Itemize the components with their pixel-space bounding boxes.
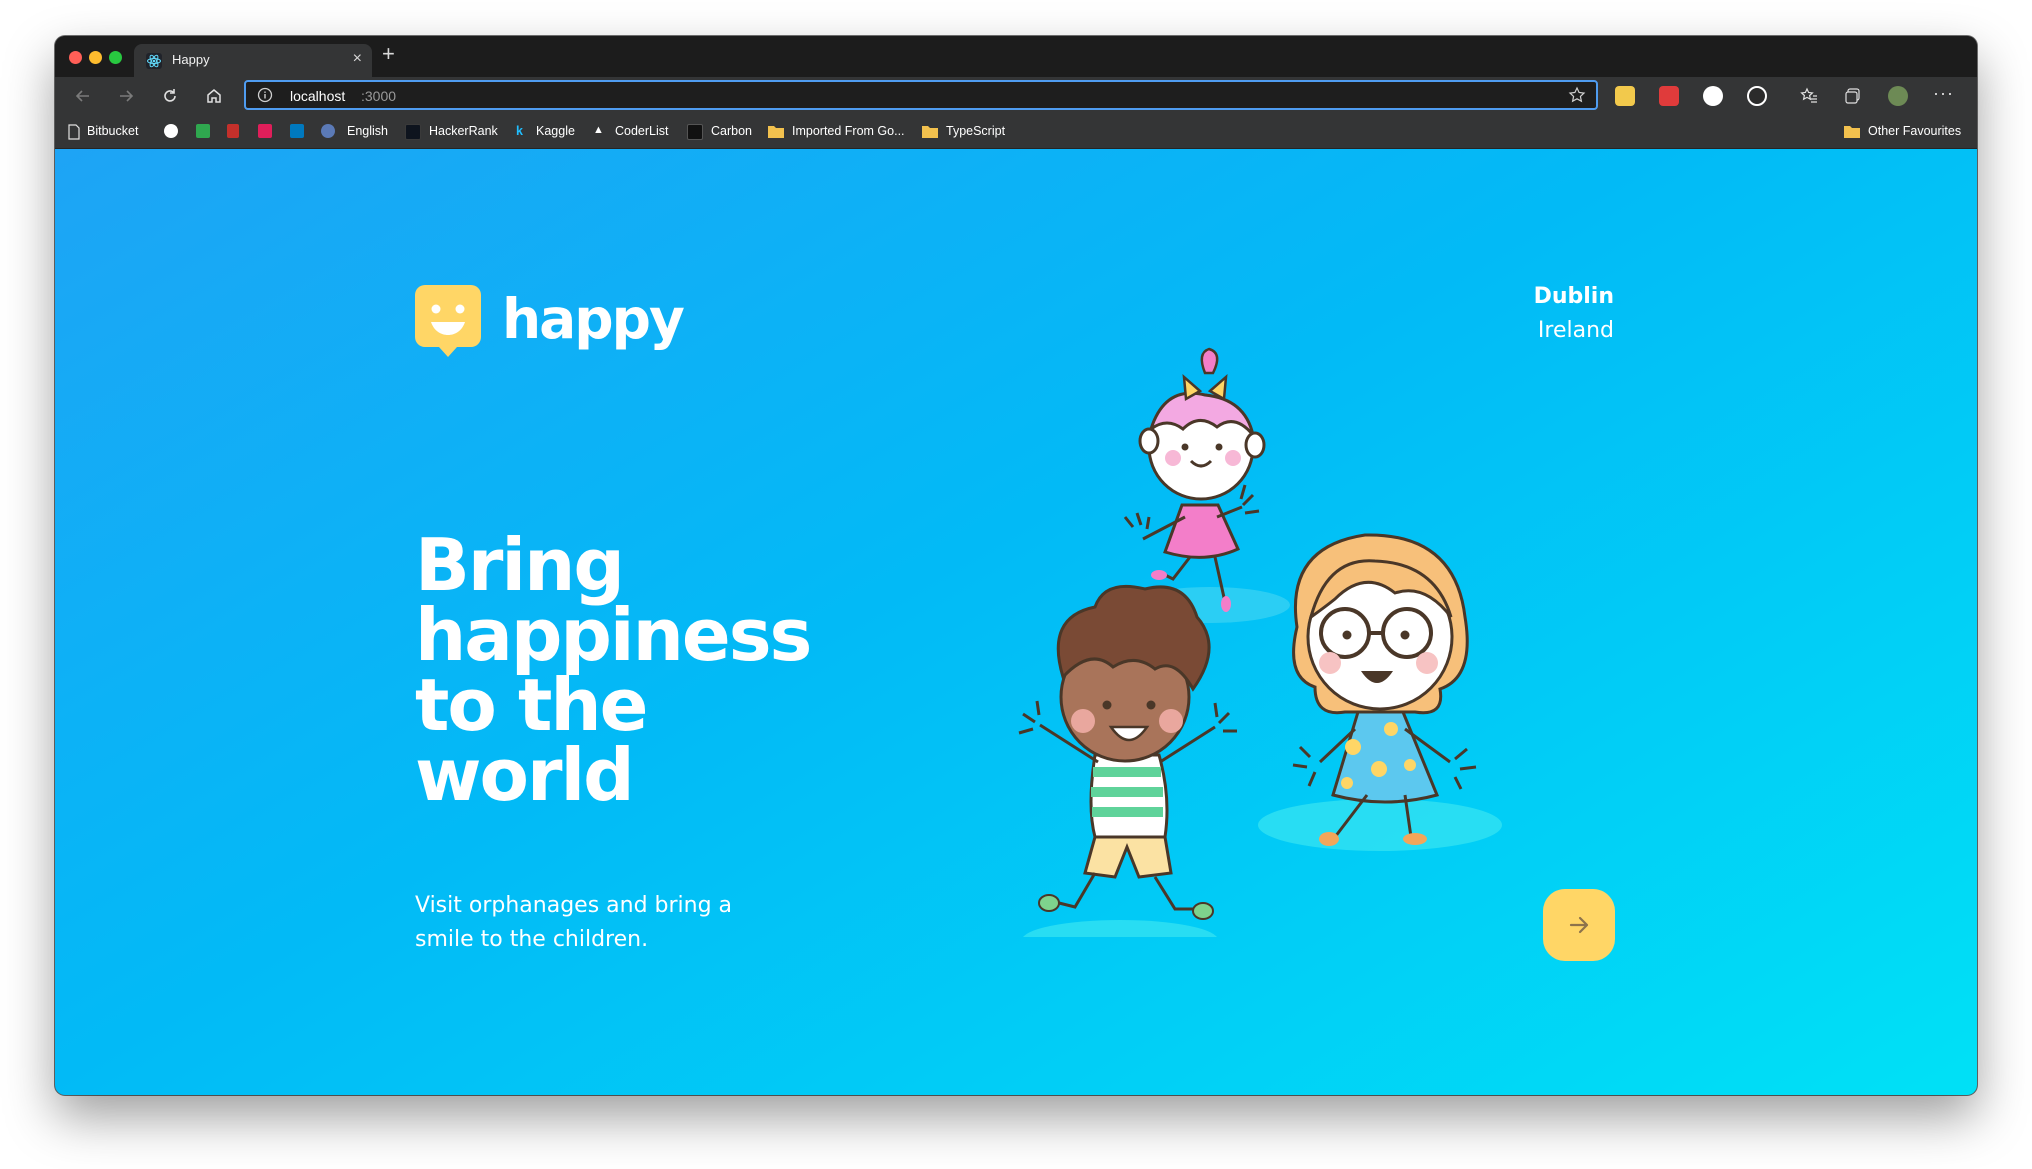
reload-button[interactable] xyxy=(156,82,184,110)
enter-app-button[interactable] xyxy=(1543,889,1615,961)
hero-subtitle: Visit orphanages and bring a smile to th… xyxy=(415,893,733,952)
boy-figure xyxy=(1018,584,1237,920)
address-host: localhost xyxy=(290,88,346,104)
minimize-window-button[interactable] xyxy=(89,51,102,64)
address-port: :3000 xyxy=(361,88,397,104)
tab-strip: Happy × + xyxy=(55,36,1977,77)
reload-icon xyxy=(164,89,176,102)
new-tab-button[interactable]: + xyxy=(382,41,395,67)
bookmark-english[interactable]: English xyxy=(347,124,388,138)
folder-icon xyxy=(922,126,938,138)
kaggle-icon: k xyxy=(516,124,523,138)
folder-icon xyxy=(768,126,784,138)
tab-title: Happy xyxy=(172,52,210,67)
hero-title: Bring happiness to the world xyxy=(415,523,855,817)
bookmark-typescript-folder[interactable]: TypeScript xyxy=(946,124,1005,138)
english-icon xyxy=(321,124,335,138)
browser-tab-active[interactable]: Happy × xyxy=(134,44,372,77)
bookmark-kaggle[interactable]: Kaggle xyxy=(536,124,575,138)
extension-2-icon[interactable] xyxy=(1659,86,1679,106)
hero-title-line: to the xyxy=(415,663,648,747)
bookmark-other-favourites[interactable]: Other Favourites xyxy=(1868,124,1961,138)
home-icon xyxy=(207,89,221,103)
github-icon[interactable] xyxy=(164,124,178,138)
bookmark-green-icon[interactable] xyxy=(196,124,210,138)
extension-4-icon[interactable] xyxy=(1747,86,1767,106)
browser-window: Happy × + localhost :3000 ··· Bitbucket … xyxy=(55,36,1977,1095)
address-bar[interactable]: localhost :3000 xyxy=(244,80,1598,110)
bookmark-bitbucket[interactable]: Bitbucket xyxy=(87,124,138,138)
landing-page: happy Dublin Ireland Bring happiness to … xyxy=(55,149,1977,1095)
favourites-icon[interactable] xyxy=(1800,87,1818,105)
slack-icon[interactable] xyxy=(258,124,272,138)
home-button[interactable] xyxy=(200,82,228,110)
bookmark-hackerrank[interactable]: HackerRank xyxy=(429,124,498,138)
hero-title-line: world xyxy=(415,733,635,817)
info-icon[interactable] xyxy=(257,87,273,103)
arrow-left-icon xyxy=(75,90,89,102)
children-illustration xyxy=(1018,347,1502,937)
girl-glasses-figure xyxy=(1292,533,1477,846)
hackerrank-icon xyxy=(405,124,421,140)
trello-icon[interactable] xyxy=(290,124,304,138)
forward-button[interactable] xyxy=(112,82,140,110)
bookmark-imported-folder[interactable]: Imported From Go... xyxy=(792,124,905,138)
collections-icon[interactable] xyxy=(1844,87,1862,105)
folder-icon xyxy=(1844,126,1860,138)
arrow-right-icon xyxy=(120,90,134,102)
maximize-window-button[interactable] xyxy=(109,51,122,64)
bookmark-coderlist[interactable]: CoderList xyxy=(615,124,669,138)
girl-pink-figure xyxy=(1123,347,1266,612)
arrow-right-icon xyxy=(1569,916,1589,934)
back-button[interactable] xyxy=(69,82,97,110)
browser-toolbar: localhost :3000 ··· xyxy=(55,77,1977,115)
bookmark-carbon[interactable]: Carbon xyxy=(711,124,752,138)
extension-3-icon[interactable] xyxy=(1703,86,1723,106)
react-icon xyxy=(146,53,162,69)
close-tab-icon[interactable]: × xyxy=(353,50,362,68)
carbon-icon xyxy=(687,124,703,140)
logo[interactable]: happy xyxy=(415,285,685,365)
close-window-button[interactable] xyxy=(69,51,82,64)
profile-avatar[interactable] xyxy=(1888,86,1908,106)
bookmarks-bar: Bitbucket English HackerRank k Kaggle ▲ … xyxy=(55,115,1977,149)
hero-title-line: happiness xyxy=(415,593,812,677)
page-icon xyxy=(68,124,80,140)
extension-1-icon[interactable] xyxy=(1615,86,1635,106)
logo-wordmark: happy xyxy=(502,287,685,351)
star-icon[interactable] xyxy=(1568,86,1586,104)
coderlist-icon: ▲ xyxy=(593,124,604,136)
hero-title-line: Bring xyxy=(415,523,625,607)
bookmark-red-icon[interactable] xyxy=(227,124,239,138)
location-city: Dublin xyxy=(1533,284,1614,309)
happy-logo-icon xyxy=(415,285,481,357)
more-menu-icon[interactable]: ··· xyxy=(1933,83,1954,104)
